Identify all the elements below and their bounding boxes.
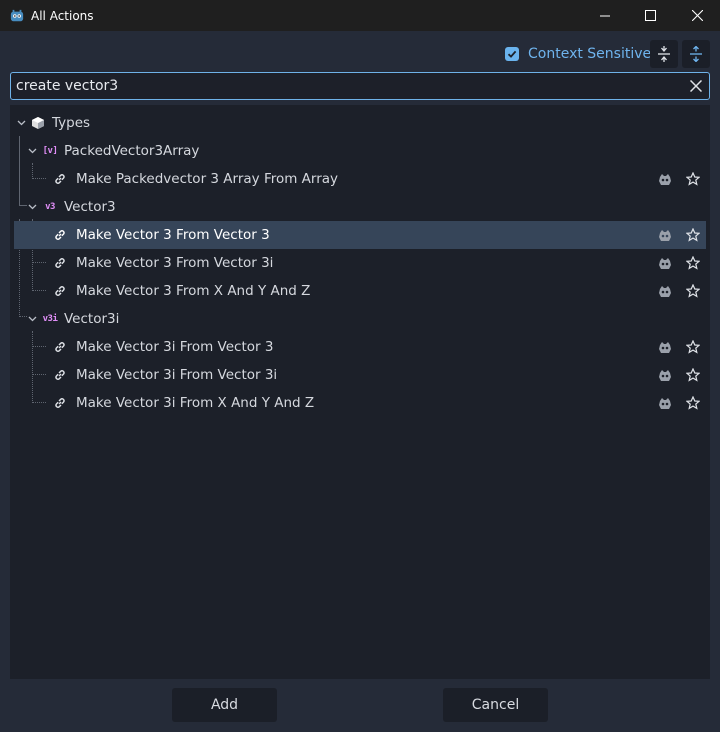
link-icon [52,395,68,411]
vector3-icon: v3 [45,202,55,212]
godot-engine-icon [656,254,674,272]
tree-item-action[interactable]: Make Vector 3 From X And Y And Z [14,277,706,305]
cube-icon [30,115,46,131]
clear-search-button[interactable] [683,73,709,99]
tree-item-label: Vector3 [64,199,116,215]
window-title: All Actions [31,8,94,23]
chevron-down-icon[interactable] [27,314,37,324]
tree-item-label: Make Packedvector 3 Array From Array [76,171,339,187]
tree-item-action[interactable]: Make Vector 3i From Vector 3 [14,333,706,361]
tree-item-action[interactable]: Make Vector 3 From Vector 3i [14,249,706,277]
tree-item-action[interactable]: Make Vector 3i From X And Y And Z [14,389,706,417]
link-icon [52,255,68,271]
search-input[interactable] [16,73,683,99]
tree-item-label: Make Vector 3 From Vector 3i [76,255,274,271]
tree-item-label: Make Vector 3 From X And Y And Z [76,283,311,299]
godot-engine-icon [656,282,674,300]
context-sensitive-toggle[interactable]: Context Sensitive [505,40,651,68]
tree-item-label: Vector3i [64,311,120,327]
vector3i-icon: v3i [42,314,58,324]
close-button[interactable] [674,0,720,31]
context-sensitive-checkbox[interactable] [505,47,519,61]
favorite-star-icon[interactable] [684,226,702,244]
title-bar: All Actions [0,0,720,31]
clear-icon [690,80,702,92]
expand-all-button[interactable] [682,40,710,68]
chevron-down-icon[interactable] [27,202,37,212]
cancel-button[interactable]: Cancel [443,688,548,722]
tree-item-vector3i[interactable]: v3i Vector3i [14,305,706,333]
favorite-star-icon[interactable] [684,338,702,356]
minimize-icon [600,15,610,16]
expand-all-icon [690,46,702,62]
add-button-label: Add [210,697,239,713]
collapse-all-button[interactable] [650,40,678,68]
maximize-button[interactable] [627,0,673,31]
actions-tree[interactable]: Types [v] PackedVector3Array Make Packed… [10,105,710,679]
favorite-star-icon[interactable] [684,282,702,300]
search-field[interactable] [10,72,710,100]
tree-item-label: Make Vector 3i From X And Y And Z [76,395,315,411]
tree-item-action-selected[interactable]: Make Vector 3 From Vector 3 [14,221,706,249]
tree-item-packedvector3array[interactable]: [v] PackedVector3Array [14,137,706,165]
context-sensitive-label[interactable]: Context Sensitive [528,46,651,62]
godot-engine-icon [656,394,674,412]
tree-item-types[interactable]: Types [14,109,706,137]
minimize-button[interactable] [582,0,628,31]
favorite-star-icon[interactable] [684,170,702,188]
tree-item-label: Make Vector 3i From Vector 3i [76,367,278,383]
chevron-down-icon[interactable] [16,118,26,128]
maximize-icon [644,10,656,21]
tree-item-vector3[interactable]: v3 Vector3 [14,193,706,221]
link-icon [52,339,68,355]
link-icon [52,367,68,383]
godot-engine-icon [656,170,674,188]
godot-engine-icon [10,9,24,21]
tree-item-action[interactable]: Make Packedvector 3 Array From Array [14,165,706,193]
chevron-down-icon[interactable] [27,146,37,156]
cancel-button-label: Cancel [471,697,520,713]
add-button[interactable]: Add [172,688,277,722]
link-icon [52,227,68,243]
favorite-star-icon[interactable] [684,366,702,384]
tree-item-label: Make Vector 3 From Vector 3 [76,227,270,243]
link-icon [52,171,68,187]
link-icon [52,283,68,299]
tree-item-label: Types [52,115,91,131]
favorite-star-icon[interactable] [684,254,702,272]
tree-item-label: Make Vector 3i From Vector 3 [76,339,274,355]
godot-engine-icon [656,226,674,244]
packed-vector3-array-icon: [v] [42,146,58,156]
collapse-all-icon [658,46,670,62]
favorite-star-icon[interactable] [684,394,702,412]
godot-engine-icon [656,338,674,356]
check-icon [507,50,517,58]
godot-engine-icon [656,366,674,384]
close-icon [691,10,703,21]
tree-item-action[interactable]: Make Vector 3i From Vector 3i [14,361,706,389]
tree-item-label: PackedVector3Array [64,143,200,159]
